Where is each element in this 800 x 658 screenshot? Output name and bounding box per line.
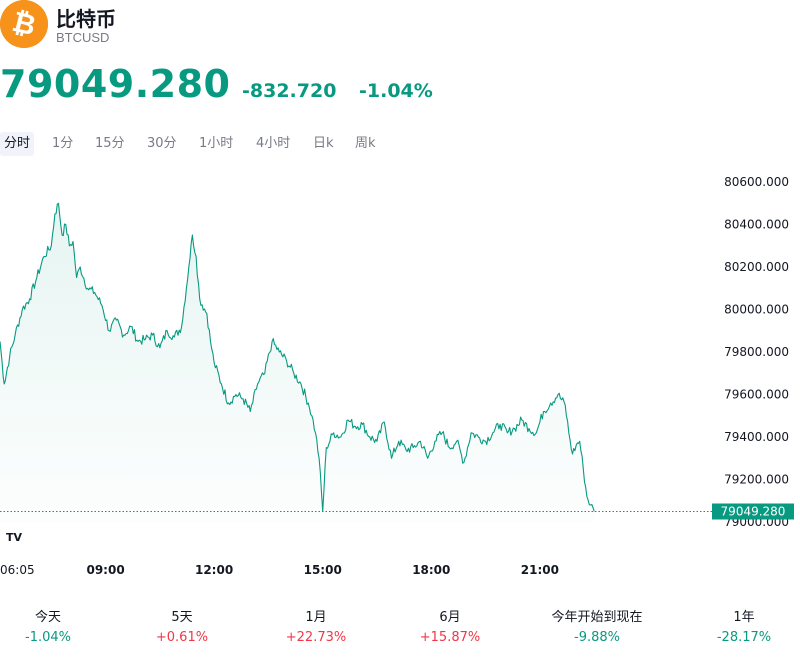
perf-label: 5天 <box>171 610 193 625</box>
tab-weekly[interactable]: 周k <box>351 132 380 156</box>
perf-5day[interactable]: 5天 +0.61% <box>112 608 252 648</box>
tab-intraday[interactable]: 分时 <box>0 132 35 156</box>
perf-value: -1.04% <box>25 630 71 645</box>
perf-value: +15.87% <box>419 630 481 645</box>
x-tick-label: 06:05 <box>0 563 35 577</box>
tab-1min[interactable]: 1分 <box>48 132 77 156</box>
x-tick-label: 21:00 <box>521 563 559 577</box>
perf-label: 1年 <box>733 610 755 625</box>
tab-15min[interactable]: 15分 <box>91 132 129 156</box>
perf-value: +0.61% <box>155 630 209 645</box>
bitcoin-icon: ₿ <box>0 0 48 48</box>
perf-value: -9.88% <box>574 630 620 645</box>
perf-today[interactable]: 今天 -1.04% <box>0 608 118 648</box>
perf-label: 今天 <box>34 610 61 625</box>
tab-30min[interactable]: 30分 <box>143 132 181 156</box>
perf-value: +22.73% <box>285 630 347 645</box>
price-change-percent: -1.04% <box>359 80 433 102</box>
price-change: -832.720 <box>242 80 337 102</box>
symbol-header: ₿ 比特币 BTCUSD <box>0 0 400 50</box>
perf-value: -28.17% <box>716 630 772 645</box>
y-tick-label: 80000.000 <box>724 303 789 317</box>
x-tick-label: 15:00 <box>304 563 342 577</box>
x-tick-label: 18:00 <box>412 563 450 577</box>
perf-label: 6月 <box>439 610 461 625</box>
y-tick-label: 80600.000 <box>724 175 789 189</box>
tab-1hour[interactable]: 1小时 <box>195 132 237 156</box>
symbol-name: 比特币 <box>56 7 116 31</box>
y-tick-label: 79200.000 <box>724 473 789 487</box>
perf-1year[interactable]: 1年 -28.17% <box>674 608 800 648</box>
tab-4hour[interactable]: 4小时 <box>252 132 294 156</box>
y-tick-label: 79400.000 <box>724 430 789 444</box>
perf-ytd[interactable]: 今年开始到现在 -9.88% <box>527 608 667 648</box>
watermark-text: TV <box>6 531 23 544</box>
timeframe-tabs: 分时 1分 15分 30分 1小时 4小时 日k 周k <box>0 132 420 156</box>
price-quote: 79049.280 -832.720 -1.04% <box>0 62 600 108</box>
x-tick-label: 09:00 <box>86 563 124 577</box>
performance-summary: 今天 -1.04% 5天 +0.61% 1月 +22.73% 6月 +15.87… <box>0 608 800 652</box>
perf-1month[interactable]: 1月 +22.73% <box>246 608 386 648</box>
tradingview-logo[interactable]: TV <box>0 522 28 550</box>
price-area-fill <box>0 203 595 523</box>
y-tick-label: 79600.000 <box>724 388 789 402</box>
y-tick-label: 79800.000 <box>724 345 789 359</box>
last-price-label: 79049.280 <box>721 505 786 519</box>
perf-6month[interactable]: 6月 +15.87% <box>380 608 520 648</box>
perf-label: 今年开始到现在 <box>551 610 643 625</box>
tab-daily[interactable]: 日k <box>309 132 338 156</box>
x-tick-label: 12:00 <box>195 563 233 577</box>
y-tick-label: 80200.000 <box>724 260 789 274</box>
last-price: 79049.280 <box>0 62 231 106</box>
symbol-ticker: BTCUSD <box>56 30 110 45</box>
y-tick-label: 80400.000 <box>724 218 789 232</box>
price-chart[interactable]: 80600.000 80400.000 80200.000 80000.000 7980… <box>0 160 800 580</box>
perf-label: 1月 <box>305 610 327 625</box>
